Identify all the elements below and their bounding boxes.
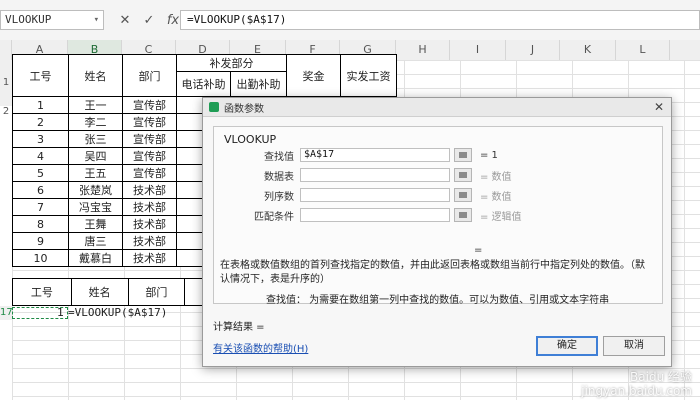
cell-a17[interactable]: 1	[12, 307, 68, 319]
fx-icon[interactable]: fx	[166, 13, 180, 28]
name-box[interactable]: VLOOKUP ▾	[0, 10, 104, 30]
corner-cell[interactable]	[0, 40, 12, 60]
cell-dept[interactable]: 技术部	[122, 215, 178, 233]
function-name: VLOOKUP	[224, 133, 277, 146]
param-label: 列序数	[264, 191, 294, 203]
lookup-header-id[interactable]: 工号	[12, 278, 72, 306]
cell-name[interactable]: 李二	[68, 113, 124, 131]
col-header-i[interactable]: I	[450, 40, 506, 60]
col-header-l[interactable]: L	[616, 40, 670, 60]
range-picker-icon[interactable]	[454, 188, 472, 202]
cell-dept[interactable]: 宣传部	[122, 147, 178, 165]
cell-dept[interactable]: 技术部	[122, 181, 178, 199]
calc-result: 计算结果 =	[213, 322, 265, 333]
cell-dept[interactable]: 宣传部	[122, 113, 178, 131]
cell-name[interactable]: 王舞	[68, 215, 124, 233]
lookup-header-dept[interactable]: 部门	[127, 278, 186, 306]
close-icon[interactable]: ✕	[654, 100, 664, 114]
param-result: = 1	[480, 149, 498, 161]
ok-button[interactable]: 确定	[536, 336, 598, 356]
cancel-button[interactable]: 取消	[603, 336, 665, 356]
cell-id[interactable]: 9	[11, 232, 70, 250]
param-row-lookup-value: 查找值 $A$17 = 1	[242, 147, 498, 163]
range-picker-icon[interactable]	[454, 168, 472, 182]
param-row-col-index: 列序数 = 数值	[242, 187, 512, 203]
cell-id[interactable]: 6	[11, 181, 70, 199]
cell-id[interactable]: 2	[11, 113, 70, 131]
cell-dept[interactable]: 宣传部	[122, 164, 178, 182]
function-result-eq: =	[474, 245, 483, 256]
confirm-icon[interactable]: ✓	[142, 13, 156, 28]
header-phone[interactable]: 电话补助	[176, 71, 232, 97]
cell-name[interactable]: 王五	[68, 164, 124, 182]
cell-id[interactable]: 1	[11, 96, 70, 114]
cell-name[interactable]: 王一	[68, 96, 124, 114]
watermark: Baidu 经验 jingyan.baidu.com	[581, 370, 692, 398]
cell-name[interactable]: 张楚岚	[68, 181, 124, 199]
header-attendance[interactable]: 出勤补助	[230, 71, 287, 97]
param-description: 查找值： 为需要在数组第一列中查找的数值。可以为数值、引用或文本字符串	[266, 295, 610, 306]
cell-id[interactable]: 3	[11, 130, 70, 148]
param-label: 匹配条件	[254, 211, 294, 223]
param-input-table-array[interactable]	[300, 168, 450, 182]
cell-id[interactable]: 7	[11, 198, 70, 216]
formula-actions: ✕ ✓ fx	[118, 9, 180, 31]
header-id[interactable]: 工号	[11, 54, 70, 97]
range-picker-icon[interactable]	[454, 148, 472, 162]
dialog-titlebar[interactable]: 函数参数 ✕	[203, 98, 671, 117]
header-salary[interactable]: 实发工资	[339, 54, 398, 97]
cell-id[interactable]: 8	[11, 215, 70, 233]
param-input-col-index[interactable]	[300, 188, 450, 202]
help-link[interactable]: 有关该函数的帮助(H)	[213, 340, 308, 355]
header-name[interactable]: 姓名	[68, 54, 124, 97]
header-supp[interactable]: 补发部分	[176, 54, 287, 72]
header-row: 工号 姓名 部门 补发部分 奖金 实发工资	[11, 54, 398, 97]
formula-bar: VLOOKUP ▾ ✕ ✓ fx =VLOOKUP($A$17)	[0, 0, 700, 41]
name-box-value: VLOOKUP	[5, 13, 52, 26]
cell-name[interactable]: 张三	[68, 130, 124, 148]
cell-name[interactable]: 唐三	[68, 232, 124, 250]
cell-name[interactable]: 戴慕白	[68, 249, 124, 267]
cell-dept[interactable]: 技术部	[122, 249, 178, 267]
watermark-line-1: Baidu 经验	[630, 370, 692, 384]
header-bonus[interactable]: 奖金	[285, 54, 341, 97]
cell-name[interactable]: 吴四	[68, 147, 124, 165]
cell-id[interactable]: 5	[11, 164, 70, 182]
param-result: = 数值	[480, 171, 512, 183]
header-dept[interactable]: 部门	[122, 54, 178, 97]
cell-dept[interactable]: 宣传部	[122, 96, 178, 114]
param-input-lookup-value[interactable]: $A$17	[300, 148, 450, 162]
cell-dept[interactable]: 技术部	[122, 232, 178, 250]
cell-dept[interactable]: 技术部	[122, 198, 178, 216]
col-header-h[interactable]: H	[396, 40, 450, 60]
args-panel: VLOOKUP 查找值 $A$17 = 1 数据表 = 数值 列序数 = 数值 …	[213, 126, 663, 306]
param-label: 查找值	[264, 151, 294, 163]
param-label: 数据表	[264, 171, 294, 183]
cell-name[interactable]: 冯宝宝	[68, 198, 124, 216]
param-result: = 逻辑值	[480, 211, 522, 223]
param-input-range-lookup[interactable]	[300, 208, 450, 222]
cell-b17-formula[interactable]: =VLOOKUP($A$17)	[68, 306, 167, 320]
param-row-table-array: 数据表 = 数值	[242, 167, 512, 183]
function-args-dialog: 函数参数 ✕ VLOOKUP 查找值 $A$17 = 1 数据表 = 数值 列序…	[202, 97, 672, 367]
formula-input[interactable]: =VLOOKUP($A$17)	[180, 10, 700, 30]
cancel-icon[interactable]: ✕	[118, 13, 132, 28]
col-header-k[interactable]: K	[560, 40, 616, 60]
name-box-dropdown-icon[interactable]: ▾	[94, 11, 99, 29]
watermark-line-2: jingyan.baidu.com	[581, 384, 692, 398]
lookup-header-name[interactable]: 姓名	[70, 278, 129, 306]
cell-dept[interactable]: 宣传部	[122, 130, 178, 148]
function-description: 在表格或数值数组的首列查找指定的数值，并由此返回表格或数组当前行中指定列处的数值…	[220, 260, 645, 285]
col-header-j[interactable]: J	[506, 40, 560, 60]
cell-id[interactable]: 4	[11, 147, 70, 165]
cell-id[interactable]: 10	[11, 249, 70, 267]
param-result: = 数值	[480, 191, 512, 203]
dialog-title: 函数参数	[224, 103, 264, 115]
app-logo-icon	[209, 102, 219, 112]
range-picker-icon[interactable]	[454, 208, 472, 222]
param-row-range-lookup: 匹配条件 = 逻辑值	[242, 207, 522, 223]
